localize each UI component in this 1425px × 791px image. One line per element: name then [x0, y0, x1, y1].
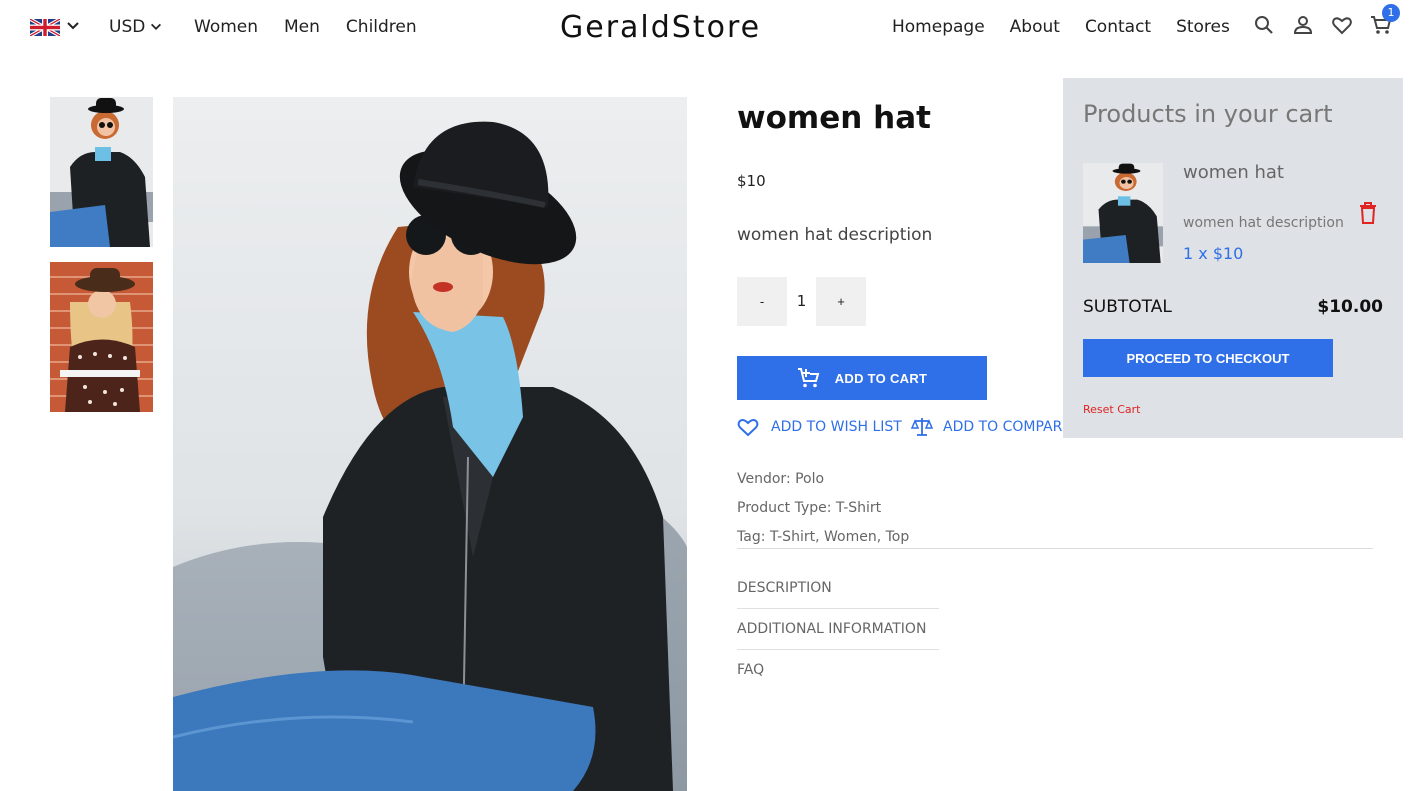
- nav-women[interactable]: Women: [194, 17, 258, 37]
- product-photo-thumb-2: [50, 262, 153, 412]
- site-header: USD Women Men Children GeraldStore Homep…: [0, 0, 1425, 58]
- proceed-to-checkout-button[interactable]: PROCEED TO CHECKOUT: [1083, 339, 1333, 377]
- product-price: $10: [737, 172, 766, 190]
- add-cart-icon: [797, 368, 820, 388]
- nav-contact[interactable]: Contact: [1085, 17, 1151, 37]
- scale-icon: [911, 418, 933, 436]
- thumbnail-2[interactable]: [50, 262, 153, 412]
- search-icon[interactable]: [1253, 14, 1275, 36]
- cart-item-photo: [1083, 163, 1163, 263]
- nav-left: Women Men Children: [194, 17, 417, 37]
- currency-label: USD: [109, 17, 146, 37]
- nav-men[interactable]: Men: [284, 17, 320, 37]
- cart-dropdown: Products in your cart women hat women ha…: [1063, 78, 1403, 438]
- divider: [737, 548, 1373, 549]
- nav-right: Homepage About Contact Stores: [892, 17, 1230, 37]
- tab-additional-information[interactable]: ADDITIONAL INFORMATION: [737, 621, 939, 650]
- uk-flag-icon[interactable]: [30, 19, 60, 36]
- add-to-wishlist-link[interactable]: ADD TO WISH LIST: [737, 417, 902, 437]
- add-to-cart-label: ADD TO CART: [834, 370, 928, 386]
- product-tags: Tag: T-Shirt, Women, Top: [737, 529, 910, 545]
- wishlist-label: ADD TO WISH LIST: [771, 419, 902, 435]
- subtotal-label: SUBTOTAL: [1083, 297, 1172, 317]
- main-product-image[interactable]: [173, 97, 687, 791]
- cart-item-thumbnail[interactable]: [1083, 163, 1163, 263]
- quantity-increase-button[interactable]: +: [816, 277, 866, 326]
- product-photo-main: [173, 97, 687, 791]
- nav-children[interactable]: Children: [346, 17, 417, 37]
- heart-icon[interactable]: [1331, 14, 1353, 36]
- cart-item-name[interactable]: women hat: [1183, 162, 1284, 183]
- cart-count-badge: 1: [1382, 4, 1400, 22]
- subtotal-value: $10.00: [1317, 297, 1383, 317]
- heart-icon: [737, 419, 759, 437]
- nav-homepage[interactable]: Homepage: [892, 17, 985, 37]
- tab-faq[interactable]: FAQ: [737, 662, 939, 690]
- product-type: Product Type: T-Shirt: [737, 500, 882, 516]
- nav-stores[interactable]: Stores: [1176, 17, 1230, 37]
- site-logo[interactable]: GeraldStore: [560, 10, 761, 45]
- add-to-cart-button[interactable]: ADD TO CART: [737, 356, 987, 400]
- compare-label: ADD TO COMPARE: [943, 419, 1072, 435]
- currency-selector[interactable]: USD: [109, 17, 163, 37]
- trash-icon[interactable]: [1358, 201, 1378, 225]
- product-description: women hat description: [737, 225, 933, 245]
- chevron-down-icon: [151, 23, 162, 30]
- product-title: women hat: [737, 100, 931, 136]
- reset-cart-link[interactable]: Reset Cart: [1083, 403, 1140, 416]
- quantity-decrease-button[interactable]: -: [737, 277, 787, 326]
- add-to-compare-link[interactable]: ADD TO COMPARE: [911, 417, 1071, 437]
- nav-about[interactable]: About: [1010, 17, 1060, 37]
- product-vendor: Vendor: Polo: [737, 471, 825, 487]
- cart-item-quantity: 1 x $10: [1183, 244, 1244, 263]
- thumbnail-1[interactable]: [50, 97, 153, 247]
- user-icon[interactable]: [1292, 14, 1314, 36]
- product-photo-thumb-1: [50, 97, 153, 247]
- cart-heading: Products in your cart: [1083, 100, 1333, 128]
- chevron-down-icon[interactable]: [65, 18, 81, 34]
- quantity-input[interactable]: 1: [787, 277, 816, 326]
- cart-item-description: women hat description: [1183, 215, 1344, 231]
- tab-description[interactable]: DESCRIPTION: [737, 580, 939, 609]
